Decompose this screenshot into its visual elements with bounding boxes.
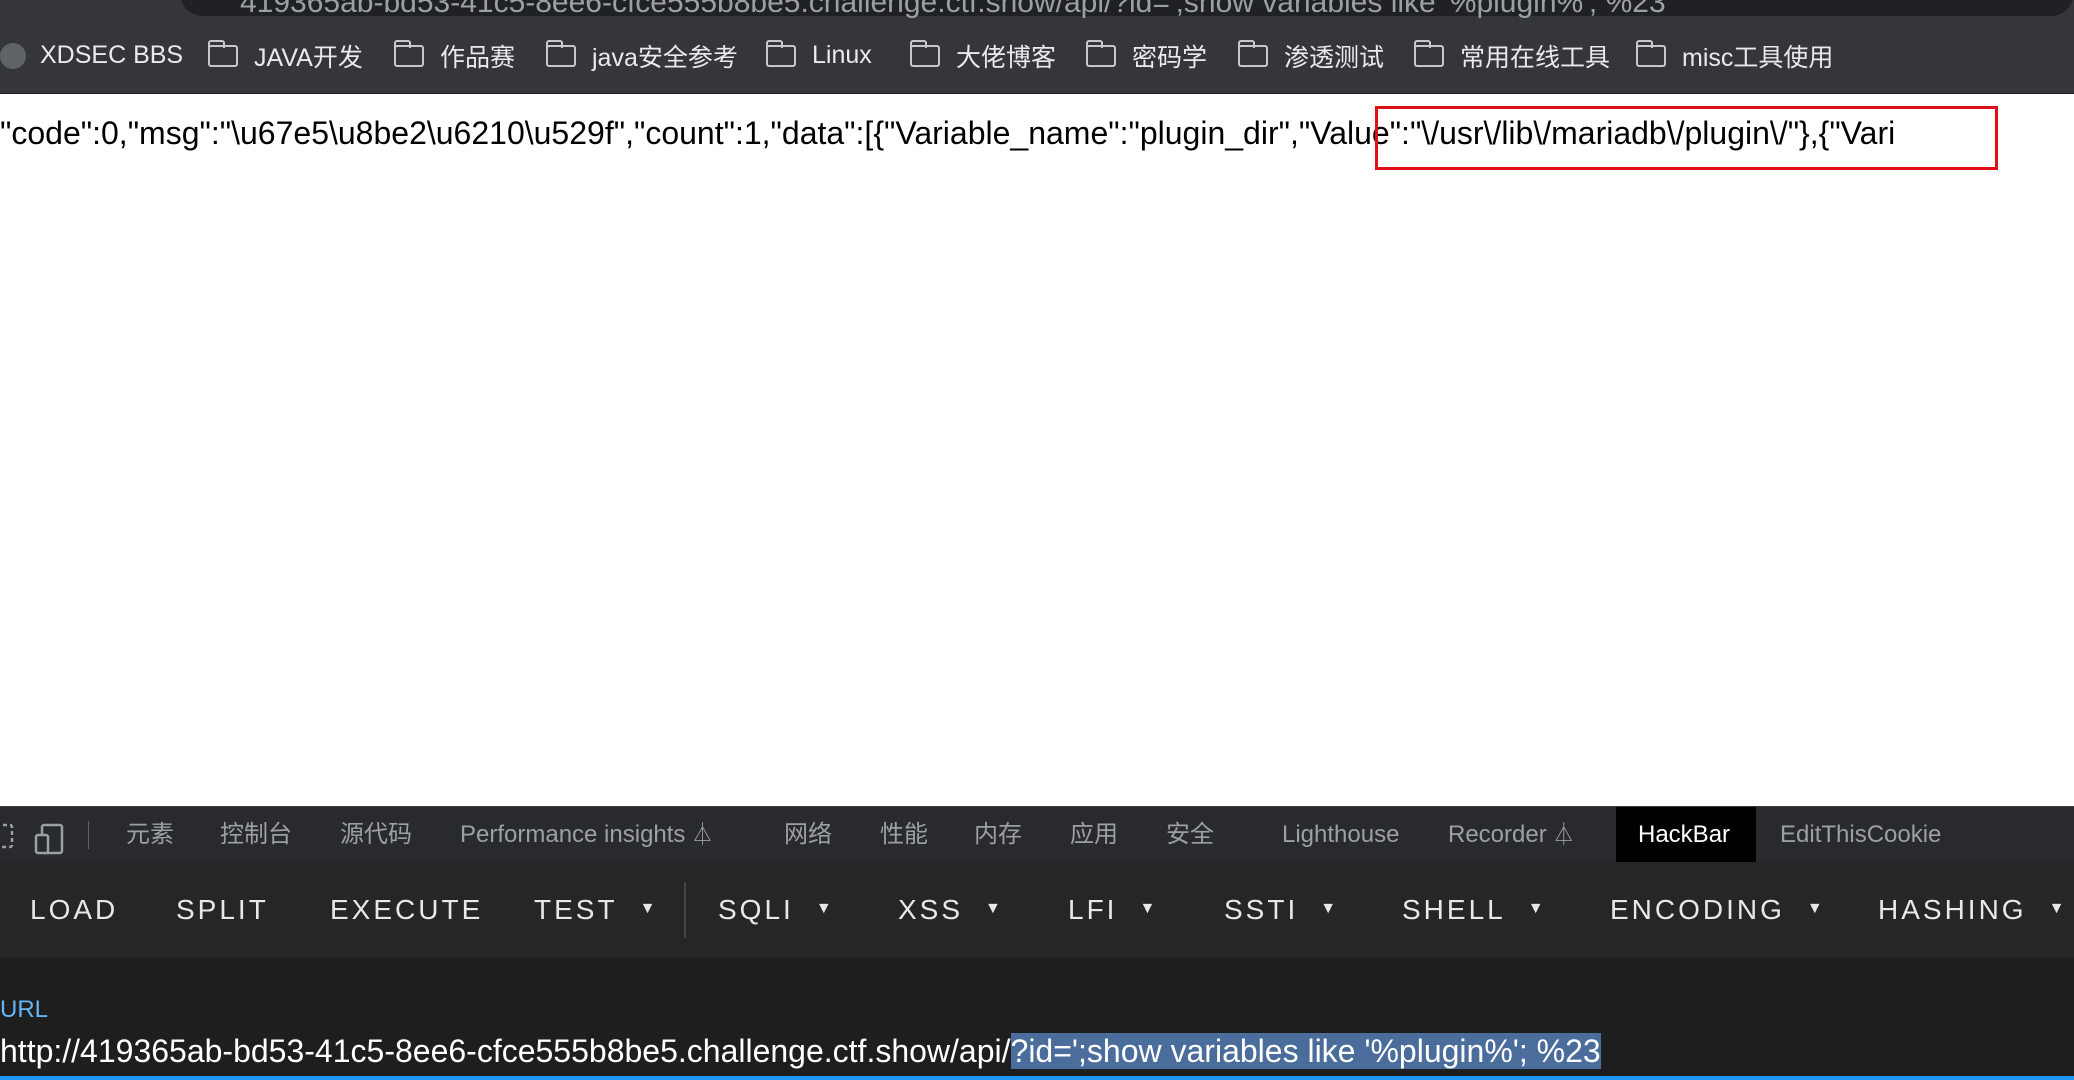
hashing-dropdown[interactable]: HASHING ▼ [1878, 862, 2064, 958]
bookmark-label: Linux [812, 41, 872, 69]
inspect-element-icon[interactable] [0, 823, 16, 851]
tab-security[interactable]: 安全 [1144, 807, 1236, 863]
caret-down-icon: ▼ [985, 899, 1001, 917]
devtools-tab-bar: 元素 控制台 源代码 Performance insights ⏃ 网络 性能 内… [0, 806, 2074, 864]
json-text-before: "code":0,"msg":"\u67e5\u8be2\u6210\u529f… [0, 115, 1299, 151]
load-button[interactable]: LOAD [30, 862, 118, 958]
xss-dropdown[interactable]: XSS ▼ [898, 862, 1001, 958]
bookmark-works-contest[interactable]: 作品赛 [393, 18, 516, 93]
button-label: TEST [534, 894, 618, 925]
bookmark-expert-blogs[interactable]: 大佬博客 [909, 18, 1057, 93]
folder-icon [1237, 39, 1268, 67]
bookmark-cryptography[interactable]: 密码学 [1085, 18, 1208, 93]
caret-down-icon: ▼ [1320, 899, 1337, 917]
folder-icon [1085, 39, 1116, 67]
caret-down-icon: ▼ [1806, 899, 1823, 917]
sqli-dropdown[interactable]: SQLI ▼ [718, 862, 832, 958]
ssti-dropdown[interactable]: SSTI ▼ [1224, 862, 1336, 958]
tab-lighthouse[interactable]: Lighthouse [1260, 807, 1421, 863]
caret-down-icon: ▼ [815, 899, 832, 917]
button-label: SSTI [1224, 894, 1299, 925]
bookmark-online-tools[interactable]: 常用在线工具 [1413, 18, 1611, 93]
toolbar-separator [684, 882, 686, 938]
folder-icon [909, 39, 940, 67]
caret-down-icon: ▼ [639, 899, 656, 917]
button-label: XSS [898, 894, 964, 925]
tab-memory[interactable]: 内存 [952, 807, 1044, 863]
tab-recorder[interactable]: Recorder ⏃ [1426, 807, 1597, 863]
bookmark-label: 作品赛 [440, 43, 516, 72]
button-label: HASHING [1878, 894, 2027, 925]
tab-network[interactable]: 网络 [762, 807, 854, 863]
bookmark-misc-tools[interactable]: misc工具使用 [1635, 18, 1834, 93]
execute-button[interactable]: EXECUTE [330, 862, 483, 958]
device-toolbar-icon[interactable] [34, 823, 68, 855]
button-label: EXECUTE [330, 894, 484, 925]
bookmark-java-security[interactable]: java安全参考 [545, 18, 738, 93]
bookmark-java-dev[interactable]: JAVA开发 [207, 18, 363, 93]
bookmark-label: 密码学 [1132, 43, 1208, 72]
tab-console[interactable]: 控制台 [198, 807, 314, 863]
button-label: SQLI [718, 894, 794, 925]
folder-icon [545, 39, 576, 67]
bookmark-pentest[interactable]: 渗透测试 [1237, 18, 1385, 93]
tab-sources[interactable]: 源代码 [318, 807, 434, 863]
encoding-dropdown[interactable]: ENCODING ▼ [1610, 862, 1823, 958]
tab-performance-insights[interactable]: Performance insights ⏃ [438, 807, 735, 863]
site-icon [0, 42, 26, 69]
folder-icon [765, 39, 796, 67]
url-input[interactable]: http://419365ab-bd53-41c5-8ee6-cfce555b8… [0, 1028, 1601, 1074]
shell-dropdown[interactable]: SHELL ▼ [1402, 862, 1544, 958]
hackbar-url-section: URL http://419365ab-bd53-41c5-8ee6-cfce5… [0, 958, 2074, 1080]
highlight-annotation-box [1375, 106, 1998, 170]
flask-icon: ⏃ [1552, 822, 1575, 847]
test-dropdown[interactable]: TEST ▼ [534, 862, 655, 958]
tab-hackbar[interactable]: HackBar [1616, 807, 1756, 863]
tab-elements[interactable]: 元素 [104, 807, 196, 863]
address-url[interactable]: 419365ab-bd53-41c5-8ee6-cfce555b8be5.cha… [240, 0, 1666, 20]
url-label: URL [0, 996, 49, 1023]
folder-icon [1635, 39, 1666, 67]
bookmark-label: XDSEC BBS [40, 41, 184, 69]
devtools-panel: 元素 控制台 源代码 Performance insights ⏃ 网络 性能 内… [0, 806, 2074, 1080]
bookmark-label: misc工具使用 [1682, 43, 1834, 72]
button-label: SPLIT [176, 894, 269, 925]
bookmark-label: 大佬博客 [956, 43, 1057, 72]
folder-icon [393, 39, 424, 67]
url-selected-text: ?id=';show variables like '%plugin%'; %2… [1010, 1033, 1601, 1069]
bookmark-label: java安全参考 [592, 43, 738, 72]
tab-label: Recorder [1448, 821, 1547, 848]
tab-divider [88, 821, 89, 849]
button-label: LFI [1068, 894, 1118, 925]
split-button[interactable]: SPLIT [176, 862, 269, 958]
bookmark-xdsec-bbs[interactable]: XDSEC BBS [0, 18, 184, 93]
bookmark-label: 渗透测试 [1284, 43, 1385, 72]
address-bar-area: 419365ab-bd53-41c5-8ee6-cfce555b8be5.cha… [0, 0, 2074, 20]
tab-label: Performance insights [460, 821, 686, 848]
flask-icon: ⏃ [691, 822, 714, 847]
tab-performance[interactable]: 性能 [858, 807, 950, 863]
lfi-dropdown[interactable]: LFI ▼ [1068, 862, 1155, 958]
folder-icon [1413, 39, 1444, 67]
bookmark-linux[interactable]: Linux [765, 18, 872, 93]
bookmark-label: JAVA开发 [254, 43, 363, 72]
tab-application[interactable]: 应用 [1048, 807, 1140, 863]
hackbar-toolbar: LOAD SPLIT EXECUTE TEST ▼ SQLI ▼ XSS ▼ LFI ▼… [0, 862, 2074, 958]
caret-down-icon: ▼ [1139, 899, 1156, 917]
caret-down-icon: ▼ [1527, 899, 1544, 917]
url-input-underline [0, 1076, 2074, 1080]
bookmark-label: 常用在线工具 [1460, 43, 1611, 72]
folder-icon [207, 39, 238, 67]
button-label: ENCODING [1610, 894, 1785, 925]
caret-down-icon: ▼ [2048, 899, 2065, 917]
url-text: http://419365ab-bd53-41c5-8ee6-cfce555b8… [0, 1033, 1011, 1069]
tab-editthiscookie[interactable]: EditThisCookie [1758, 807, 1963, 863]
bookmarks-bar: XDSEC BBS JAVA开发 作品赛 java安全参考 Linux 大佬博客… [0, 18, 2074, 94]
button-label: LOAD [30, 894, 119, 925]
button-label: SHELL [1402, 894, 1506, 925]
